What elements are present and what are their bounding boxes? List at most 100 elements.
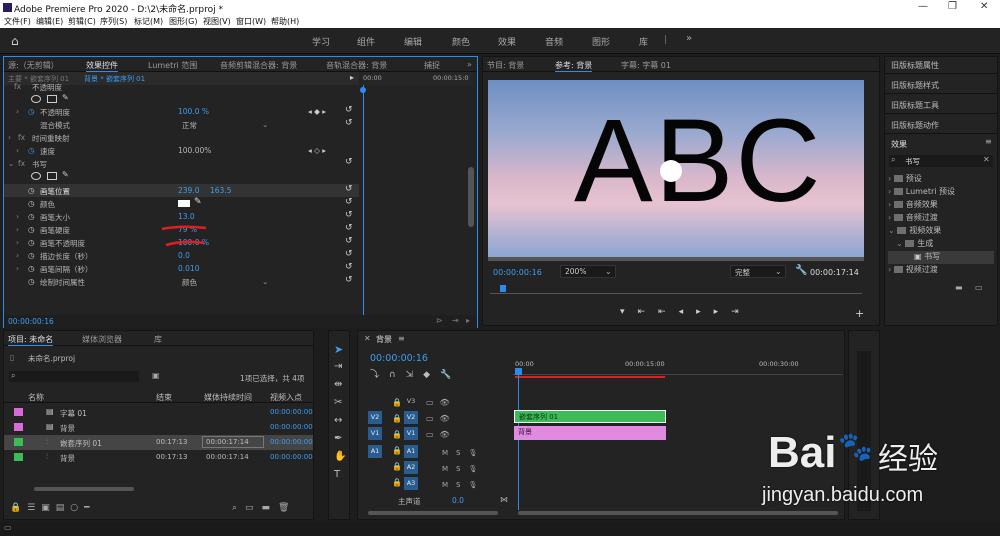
effect-row-time-remap[interactable]: › fx 时间重映射 <box>4 131 359 144</box>
workspace-assembly[interactable]: 组件 <box>357 35 375 48</box>
table-row[interactable]: ⫶ 嵌套序列 01 00:17:13 00:00:17:14 00:00:00:… <box>4 435 313 450</box>
close-tab-icon[interactable]: ✕ <box>364 334 371 343</box>
col-name[interactable]: 名称 <box>28 392 44 403</box>
timeline-tab[interactable]: 背景 <box>376 334 392 345</box>
effect-controls-timecode[interactable]: 00:00:00:16 <box>8 317 54 326</box>
effect-row-color[interactable]: ◷ 颜色 ✎ ↺ <box>4 197 359 210</box>
effects-search-input[interactable]: ⌕ 书写 ✕ <box>889 155 993 167</box>
audio-track-controls[interactable]: MS🎙 MS🎙 MS🎙 <box>442 445 485 493</box>
home-icon[interactable]: ⌂ <box>11 34 19 48</box>
track-v2-label[interactable]: V2 <box>404 411 418 424</box>
hand-tool-icon[interactable]: ✋ <box>334 451 346 462</box>
playhead-handle[interactable] <box>360 87 366 93</box>
tab-capture[interactable]: 捕捉 <box>424 60 440 71</box>
track-a3-label[interactable]: A3 <box>404 477 418 490</box>
selection-tool-icon[interactable]: ➤ <box>334 343 343 356</box>
tab-project[interactable]: 项目: 未命名 <box>8 334 54 346</box>
program-time-ruler[interactable] <box>490 284 862 294</box>
tab-audio-clip-mixer[interactable]: 音频剪辑混合器: 背景 <box>220 60 297 71</box>
workspace-graphics[interactable]: 图形 <box>592 35 610 48</box>
maximize-icon[interactable]: ❐ <box>948 1 957 12</box>
menu-edit[interactable]: 编辑(E) <box>36 16 63 27</box>
more-workspaces-icon[interactable]: » <box>686 33 692 44</box>
clip-background[interactable]: 背景 <box>514 426 666 440</box>
track-v1-source[interactable]: V1 <box>368 427 382 440</box>
program-timecode[interactable]: 00:00:00:16 <box>493 268 542 277</box>
menu-sequence[interactable]: 序列(S) <box>100 16 127 27</box>
effect-timeline-ruler[interactable]: 00:00 00:00:15:0 <box>361 72 473 85</box>
workspace-libraries[interactable]: 库 <box>639 35 648 48</box>
minimize-icon[interactable]: — <box>918 1 928 12</box>
menu-window[interactable]: 窗口(W) <box>236 16 266 27</box>
timeline-playhead-handle[interactable] <box>515 368 522 375</box>
effects-tree-audio-transitions[interactable]: › 音频过渡 <box>888 212 994 225</box>
effect-row-brush-size[interactable]: › ◷ 画笔大小 13.0 ↺ <box>4 210 359 223</box>
legacy-title-styles[interactable]: 旧版标题样式 <box>891 80 939 91</box>
effects-panel-title[interactable]: 效果 <box>891 139 907 150</box>
legacy-title-tools[interactable]: 旧版标题工具 <box>891 100 939 111</box>
legacy-title-properties[interactable]: 旧版标题属性 <box>891 60 939 71</box>
workspace-learn[interactable]: 学习 <box>312 35 330 48</box>
ellipse-mask-icon[interactable] <box>31 95 41 103</box>
effects-tree-lumetri[interactable]: › Lumetri 预设 <box>888 186 994 199</box>
effect-row-write[interactable]: ⌄ fx 书写 ↺ <box>4 157 359 170</box>
table-row[interactable]: ▤ 背景 00:00:00:00 <box>4 420 313 435</box>
panel-menu-icon[interactable]: ≡ <box>985 137 992 146</box>
track-select-icon[interactable]: ⇥ <box>334 361 342 372</box>
master-track-value[interactable]: 0.0 <box>452 496 464 505</box>
effect-row-opacity-value[interactable]: › ◷ 不透明度 100.0 % ◂ ◆ ▸ ↺ <box>4 105 359 118</box>
brush-position-dot[interactable] <box>660 160 682 182</box>
workspace-effects[interactable]: 效果 <box>498 35 516 48</box>
menu-view[interactable]: 视图(V) <box>203 16 231 27</box>
pen-tool-icon[interactable]: ✒ <box>334 433 342 444</box>
video-preview[interactable]: ABC <box>488 80 864 257</box>
eyedropper-icon[interactable]: ✎ <box>194 197 202 207</box>
clip-nested-sequence[interactable]: 嵌套序列 01 <box>514 410 666 423</box>
filter-icon[interactable]: ⊳ <box>436 316 443 325</box>
timeline-ruler[interactable]: 00:00 00:00:15:00 00:00:30:00 <box>513 359 843 375</box>
track-toggle-icons[interactable]: ▭👁 ▭👁 ▭👁 <box>426 395 456 443</box>
project-search-input[interactable]: ⌕ <box>9 371 139 382</box>
status-icon[interactable]: ▭ <box>4 523 12 532</box>
effect-row-paint-time-props[interactable]: ◷ 绘制时间属性 颜色 ⌄ ↺ <box>4 275 359 288</box>
effects-tree-presets[interactable]: › 预设 <box>888 173 994 186</box>
program-playhead[interactable] <box>500 285 506 292</box>
timeline-tools[interactable]: ⤵∩⇲◆🔧 <box>370 367 461 380</box>
tab-libraries[interactable]: 库 <box>154 334 162 345</box>
menu-help[interactable]: 帮助(H) <box>271 16 299 27</box>
quality-select[interactable]: 完整 ⌄ <box>730 265 786 278</box>
timeline-zoom-scrollbar[interactable] <box>368 511 498 515</box>
horizontal-scrollbar[interactable] <box>34 487 134 491</box>
table-row[interactable]: ⫶ 背景 00:17:13 00:00:17:14 00:00:00:00 <box>4 450 313 465</box>
color-swatch[interactable] <box>178 200 190 207</box>
clear-search-icon[interactable]: ✕ <box>983 155 990 164</box>
effects-tree-video-effects[interactable]: ⌄ 视频效果 <box>888 225 994 238</box>
table-row[interactable]: ▤ 字幕 01 00:00:00:00 <box>4 405 313 420</box>
scroll-icon[interactable]: ▸ <box>466 316 470 325</box>
tab-reference[interactable]: 参考: 背景 <box>555 60 593 72</box>
transport-controls[interactable]: ▾⇤⇤◂▸▸⇥ <box>620 307 752 317</box>
panel-menu-icon[interactable]: ≡ <box>398 334 405 343</box>
track-v3-label[interactable]: V3 <box>404 395 418 408</box>
add-button-icon[interactable]: + <box>855 307 864 320</box>
timeline-timecode[interactable]: 00:00:00:16 <box>370 353 428 364</box>
ripple-edit-icon[interactable]: ⇹ <box>334 379 342 390</box>
pen-mask-icon[interactable]: ✎ <box>62 93 69 102</box>
track-v1-label[interactable]: V1 <box>404 427 418 440</box>
workspace-color[interactable]: 颜色 <box>452 35 470 48</box>
close-icon[interactable]: ✕ <box>980 1 988 12</box>
zoom-select[interactable]: 200% ⌄ <box>560 265 616 278</box>
go-to-end-icon[interactable]: ⋈ <box>500 495 508 504</box>
tab-effect-controls[interactable]: 效果控件 <box>86 60 118 72</box>
tab-source[interactable]: 源:（无剪辑） <box>8 60 59 71</box>
type-tool-icon[interactable]: T <box>334 469 340 480</box>
effects-tree-generate[interactable]: ⌄ 生成 <box>896 238 1000 251</box>
slip-tool-icon[interactable]: ↔ <box>334 415 342 426</box>
effects-tree-write[interactable]: ▣ 书写 <box>888 251 994 264</box>
col-video-in[interactable]: 视频入点 <box>270 392 302 403</box>
effects-tree-audio-effects[interactable]: › 音频效果 <box>888 199 994 212</box>
project-footer-actions[interactable]: ⌕▭▬🗑 <box>232 503 297 513</box>
effect-row-blend-mode[interactable]: 混合模式 正常 ⌄ ↺ <box>4 118 359 131</box>
col-media-duration[interactable]: 媒体持续时间 <box>204 392 252 403</box>
new-item-icon[interactable]: ▭ <box>975 283 983 292</box>
